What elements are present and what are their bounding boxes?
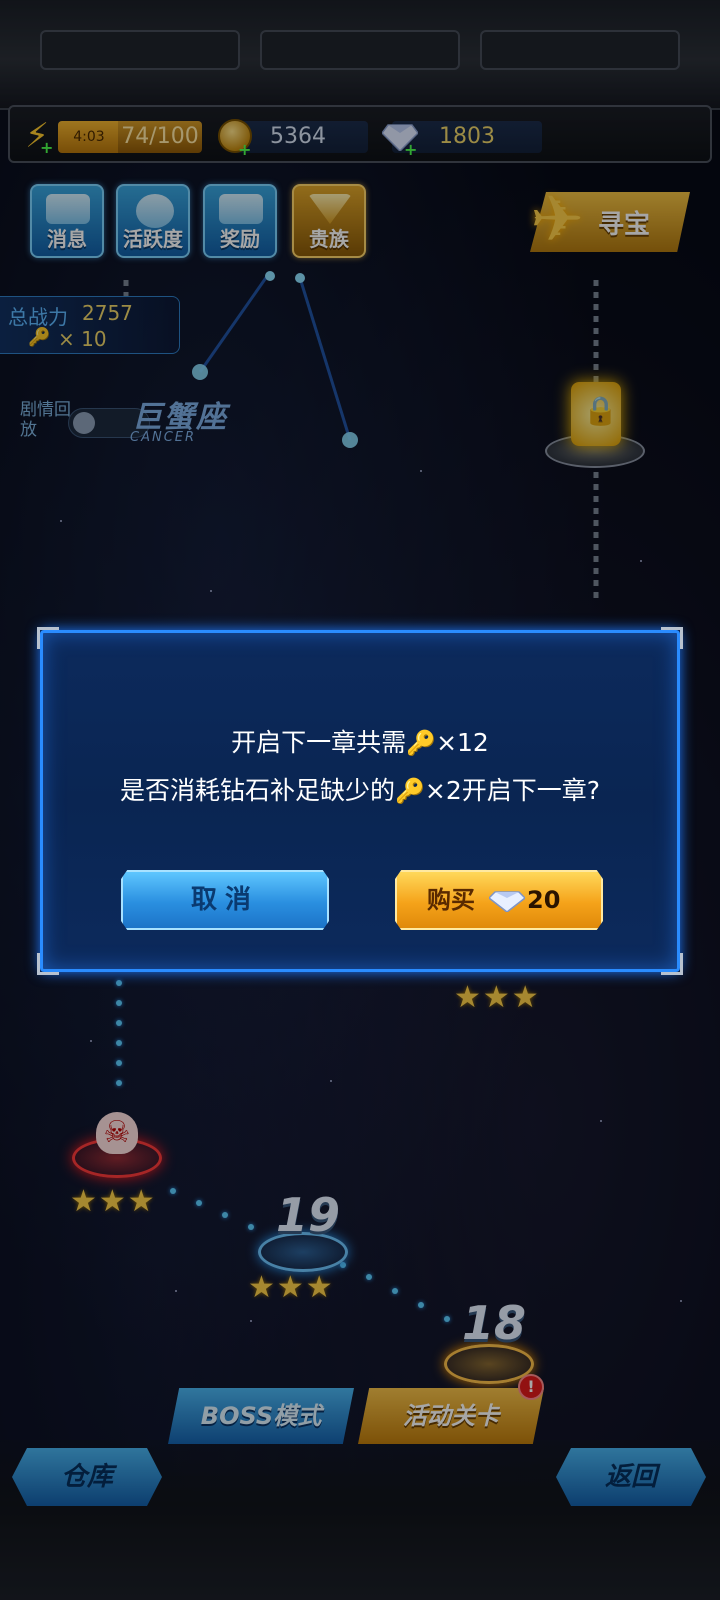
buy-button[interactable]: 购买 20 [395, 870, 603, 930]
key-icon: 🔑 [406, 729, 437, 757]
msg1-after: ×12 [436, 728, 489, 757]
key-icon: 🔑 [395, 777, 425, 805]
dialog-message-line1: 开启下一章共需🔑×12 [43, 723, 677, 759]
buy-price: 20 [527, 886, 561, 914]
buy-label: 购买 [427, 886, 475, 914]
dialog-message-line2: 是否消耗钻石补足缺少的🔑×2开启下一章? [43, 771, 677, 807]
msg2-before: 是否消耗钻石补足缺少的 [119, 776, 395, 805]
unlock-chapter-dialog: 开启下一章共需🔑×12 是否消耗钻石补足缺少的🔑×2开启下一章? 取消 购买 2… [37, 627, 683, 975]
msg2-after: ×2开启下一章? [424, 776, 601, 805]
cancel-button[interactable]: 取消 [121, 870, 329, 930]
msg1-before: 开启下一章共需 [231, 728, 407, 757]
diamond-icon [489, 891, 525, 912]
